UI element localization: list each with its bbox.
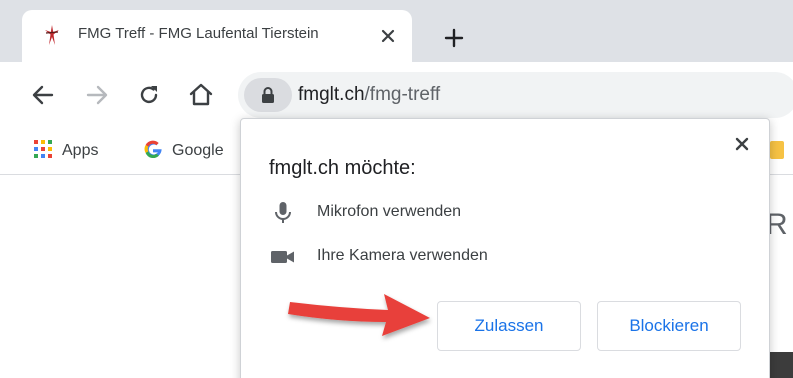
forward-button[interactable]: [82, 80, 112, 110]
page-image-fragment: [770, 352, 793, 378]
tab-strip: FMG Treff - FMG Laufental Tierstein: [0, 0, 793, 62]
bookmark-apps-label: Apps: [62, 142, 99, 159]
permission-camera: Ihre Kamera verwenden: [269, 243, 729, 271]
back-arrow-icon: [32, 85, 54, 105]
home-icon: [189, 83, 213, 106]
browser-window: FMG Treff - FMG Laufental Tierstein fmgl…: [0, 0, 793, 378]
reload-icon: [140, 86, 158, 104]
new-tab-button[interactable]: [440, 24, 468, 52]
bookmark-google[interactable]: Google: [144, 137, 224, 165]
url-path: /fmg-treff: [364, 84, 441, 105]
bookmark-apps[interactable]: Apps: [34, 137, 98, 165]
url-domain: fmglt.ch: [298, 84, 365, 105]
bookmark-google-label: Google: [172, 142, 224, 159]
forward-arrow-icon: [86, 85, 108, 105]
permission-label: Mikrofon verwenden: [317, 203, 462, 220]
tab-fmg-treff[interactable]: FMG Treff - FMG Laufental Tierstein: [22, 10, 412, 62]
permission-microphone: Mikrofon verwenden: [269, 199, 729, 227]
reload-button[interactable]: [134, 80, 164, 110]
lock-icon: [262, 87, 274, 103]
block-button[interactable]: Blockieren: [597, 301, 741, 351]
permission-label: Ihre Kamera verwenden: [317, 247, 488, 264]
site-info-button[interactable]: [244, 78, 292, 112]
dialog-title: fmglt.ch möchte:: [269, 157, 416, 179]
allow-button[interactable]: Zulassen: [437, 301, 581, 351]
red-arrow-icon: [288, 294, 430, 336]
plus-icon: [444, 28, 464, 48]
close-icon[interactable]: [731, 133, 753, 155]
back-button[interactable]: [28, 80, 58, 110]
close-icon[interactable]: [376, 24, 400, 48]
folder-icon[interactable]: [770, 141, 784, 159]
apps-grid-icon: [34, 139, 52, 163]
tab-title: FMG Treff - FMG Laufental Tierstein: [78, 25, 319, 42]
fmg-cross-icon: [42, 24, 62, 46]
camera-icon: [269, 243, 297, 271]
url-text[interactable]: fmglt.ch/fmg-treff: [298, 84, 440, 106]
microphone-icon: [269, 199, 297, 227]
address-bar[interactable]: fmglt.ch/fmg-treff: [238, 72, 793, 118]
google-icon: [144, 140, 162, 163]
home-button[interactable]: [186, 80, 216, 110]
